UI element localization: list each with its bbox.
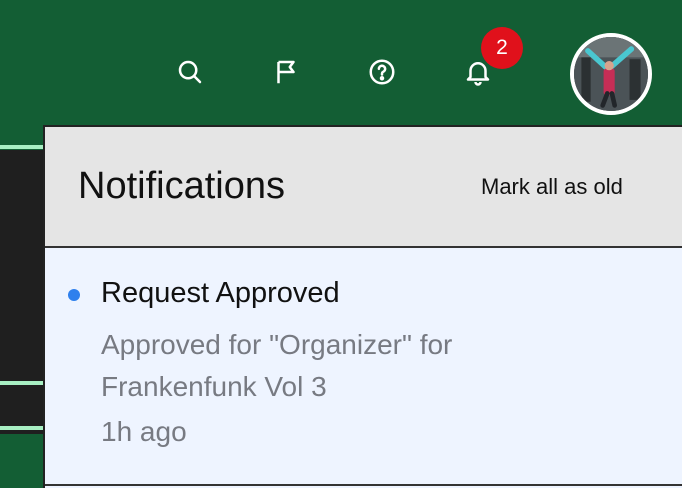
top-navigation-bar: 2 [0, 0, 682, 126]
notification-title: Request Approved [101, 277, 340, 309]
divider [45, 484, 682, 486]
mark-all-as-old-button[interactable]: Mark all as old [481, 174, 623, 200]
notifications-header: Notifications Mark all as old [45, 127, 682, 248]
notifications-dropdown: Notifications Mark all as old Request Ap… [43, 125, 682, 488]
divider [0, 426, 43, 430]
user-avatar[interactable] [570, 33, 652, 115]
divider [0, 145, 43, 149]
notification-count-badge: 2 [481, 27, 523, 69]
background-panel [0, 434, 43, 488]
unread-dot-icon [68, 289, 80, 301]
search-icon[interactable] [174, 56, 206, 88]
notification-body: Approved for "Organizer" for Frankenfunk… [101, 329, 453, 402]
notifications-title: Notifications [78, 165, 285, 207]
notification-item[interactable]: Request Approved Approved for "Organizer… [45, 248, 682, 488]
notification-time: 1h ago [101, 416, 187, 447]
flag-icon[interactable] [270, 56, 302, 88]
divider [0, 381, 43, 385]
help-icon[interactable] [366, 56, 398, 88]
